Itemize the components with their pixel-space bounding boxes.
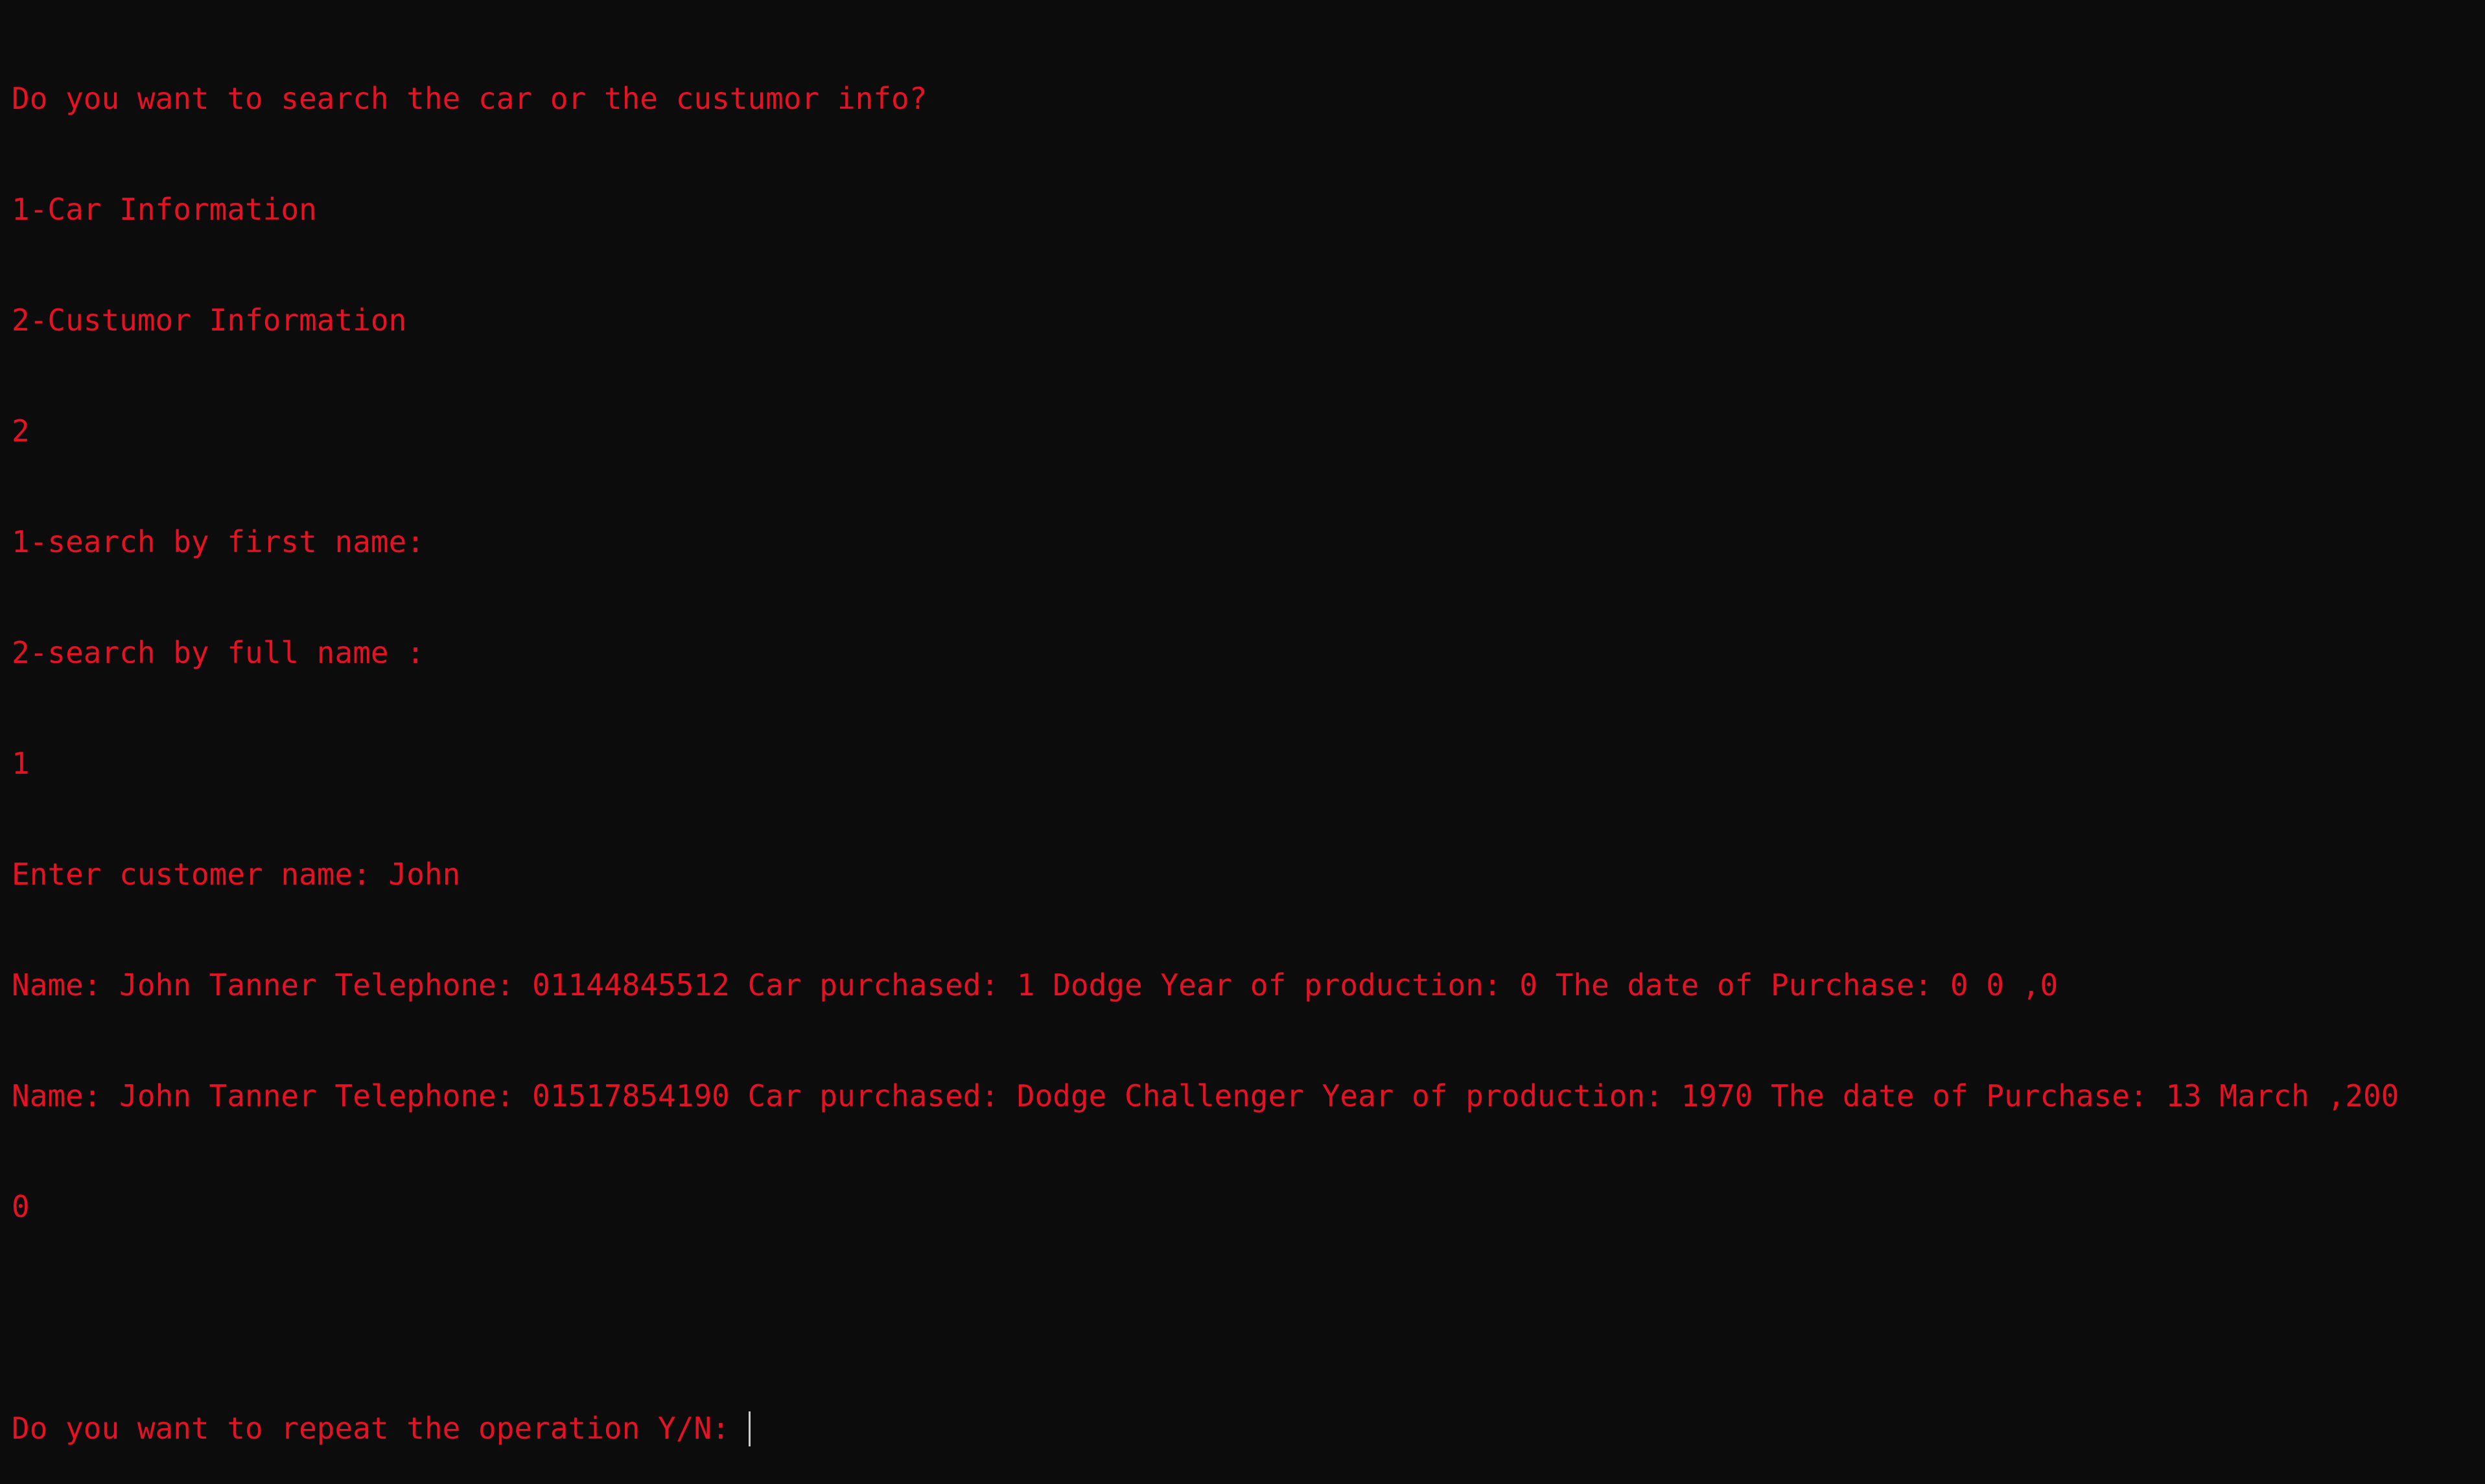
repeat-prompt-text: Do you want to repeat the operation Y/N:	[12, 1411, 748, 1446]
input-echo-choice: 2	[12, 413, 30, 448]
output-line-option-car: 1-Car Information	[12, 192, 317, 227]
terminal-window[interactable]: Do you want to search the car or the cus…	[0, 0, 2485, 1446]
output-line-option-customer: 2-Custumor Information	[12, 303, 407, 338]
input-echo-search-choice: 1	[12, 746, 30, 781]
output-line-question: Do you want to search the car or the cus…	[12, 81, 928, 116]
output-line-blank	[12, 1299, 2485, 1336]
output-line-enter-name: Enter customer name: John	[12, 857, 461, 892]
output-line-result-2: Name: John Tanner Telephone: 01517854190…	[12, 1078, 2399, 1113]
output-line-search-full-name: 2-search by full name :	[12, 635, 425, 670]
output-line-result-2-wrap: 0	[12, 1189, 30, 1224]
output-line-search-first-name: 1-search by first name:	[12, 524, 425, 559]
text-cursor[interactable]	[749, 1411, 751, 1446]
output-line-result-1: Name: John Tanner Telephone: 01144845512…	[12, 968, 2059, 1003]
repeat-prompt-line[interactable]: Do you want to repeat the operation Y/N:	[12, 1410, 2485, 1447]
